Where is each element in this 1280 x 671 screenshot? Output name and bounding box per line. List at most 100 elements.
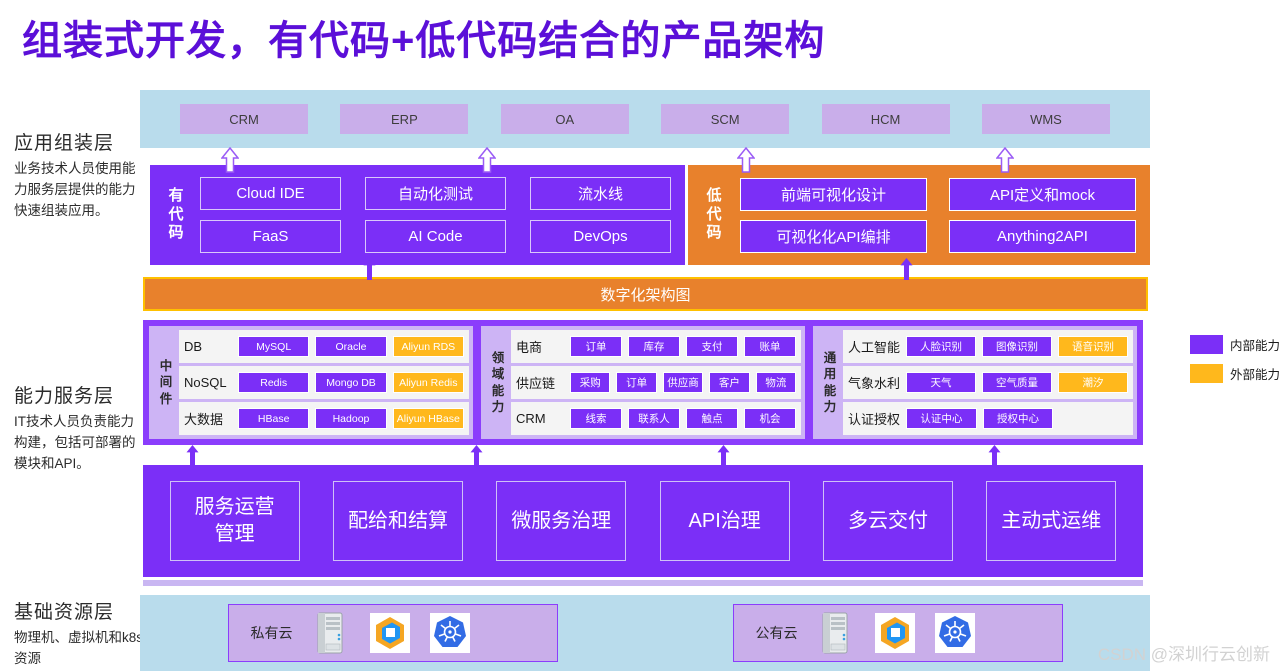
code-item-cloud-ide[interactable]: Cloud IDE [200, 177, 341, 210]
legend-label: 内部能力 [1230, 335, 1280, 354]
vlabel-char: 领 [492, 350, 505, 366]
capability-row: 认证授权认证中心授权中心 [843, 402, 1133, 435]
capability-chip-库存[interactable]: 库存 [628, 336, 680, 357]
capability-row: 气象水利天气空气质量潮汐 [843, 366, 1133, 399]
layer-label-capability: 能力服务层 IT技术人员负责能力构建，包括可部署的模块和API。 [14, 381, 146, 475]
capability-chip-支付[interactable]: 支付 [686, 336, 738, 357]
capability-chip-list: 线索联系人触点机会 [570, 408, 796, 429]
service-box-服务运营管理[interactable]: 服务运营管理 [170, 481, 300, 561]
capability-chip-Aliyun RDS[interactable]: Aliyun RDS [393, 336, 464, 357]
lowcode-item-可视化化api编排[interactable]: 可视化化API编排 [740, 220, 927, 253]
app-box-scm[interactable]: SCM [661, 104, 789, 134]
layer-title-app: 应用组装层 [14, 128, 146, 155]
capability-chip-空气质量[interactable]: 空气质量 [982, 372, 1052, 393]
capability-chip-Redis[interactable]: Redis [238, 372, 309, 393]
platform-services-band: 服务运营管理配给和结算微服务治理 API治理多云交付主动式运维 [143, 465, 1143, 577]
capability-row: 人工智能人脸识别图像识别语音识别 [843, 330, 1133, 363]
page-title: 组装式开发，有代码+低代码结合的产品架构 [22, 8, 825, 66]
capability-group-2: 通用能力人工智能人脸识别图像识别语音识别气象水利天气空气质量潮汐认证授权认证中心… [813, 326, 1137, 439]
legend-swatch [1190, 364, 1223, 383]
service-box-主动式运维[interactable]: 主动式运维 [986, 481, 1116, 561]
capability-chip-Hadoop[interactable]: Hadoop [315, 408, 386, 429]
capability-row: 大数据HBaseHadoopAliyun HBase [179, 402, 469, 435]
capability-chip-账单[interactable]: 账单 [744, 336, 796, 357]
service-box-API治理[interactable]: API治理 [660, 481, 790, 561]
layer-desc-app: 业务技术人员使用能力服务层提供的能力快速组装应用。 [14, 159, 146, 222]
vlabel-char: 能 [492, 383, 505, 399]
app-box-crm[interactable]: CRM [180, 104, 308, 134]
service-box-微服务治理[interactable]: 微服务治理 [496, 481, 626, 561]
capability-chip-Mongo DB[interactable]: Mongo DB [315, 372, 386, 393]
capability-chip-list: 人脸识别图像识别语音识别 [906, 336, 1128, 357]
capability-chip-客户[interactable]: 客户 [709, 372, 749, 393]
code-item-faas[interactable]: FaaS [200, 220, 341, 253]
layer-label-app: 应用组装层 业务技术人员使用能力服务层提供的能力快速组装应用。 [14, 128, 146, 222]
vlabel-char: 能 [824, 383, 837, 399]
service-box-多云交付[interactable]: 多云交付 [823, 481, 953, 561]
capability-chip-语音识别[interactable]: 语音识别 [1058, 336, 1128, 357]
lowcode-item-grid: 前端可视化设计 API定义和mock 可视化化API编排 Anything2API [732, 170, 1150, 261]
capability-chip-list: 采购订单供应商客户物流 [570, 372, 796, 393]
service-box-配给和结算[interactable]: 配给和结算 [333, 481, 463, 561]
app-box-oa[interactable]: OA [501, 104, 629, 134]
capability-chip-Aliyun HBase[interactable]: Aliyun HBase [393, 408, 464, 429]
capability-chip-机会[interactable]: 机会 [744, 408, 796, 429]
capability-chip-触点[interactable]: 触点 [686, 408, 738, 429]
vlabel-char: 代 [158, 206, 194, 225]
capability-group-1: 领域能力电商订单库存支付账单供应链采购订单供应商客户物流CRM线索联系人触点机会 [481, 326, 805, 439]
capability-chip-Aliyun Redis[interactable]: Aliyun Redis [393, 372, 464, 393]
capability-chip-订单[interactable]: 订单 [570, 336, 622, 357]
flow-arrow-up-icon [717, 445, 730, 467]
flow-arrow-up-icon [221, 147, 239, 173]
code-item-流水线[interactable]: 流水线 [530, 177, 671, 210]
capability-chip-线索[interactable]: 线索 [570, 408, 622, 429]
flow-arrow-up-icon [996, 147, 1014, 173]
capability-chip-HBase[interactable]: HBase [238, 408, 309, 429]
vlabel-char: 用 [824, 366, 837, 382]
app-box-hcm[interactable]: HCM [822, 104, 950, 134]
capability-row: CRM线索联系人触点机会 [511, 402, 801, 435]
flow-arrow-up-icon [186, 445, 199, 467]
code-item-自动化测试[interactable]: 自动化测试 [365, 177, 506, 210]
flow-arrow-up-icon [900, 258, 913, 280]
capability-chip-潮汐[interactable]: 潮汐 [1058, 372, 1128, 393]
capability-chip-联系人[interactable]: 联系人 [628, 408, 680, 429]
capability-chip-授权中心[interactable]: 授权中心 [983, 408, 1054, 429]
app-box-erp[interactable]: ERP [340, 104, 468, 134]
capability-chip-认证中心[interactable]: 认证中心 [906, 408, 977, 429]
kubernetes-icon [427, 610, 473, 656]
capability-chip-天气[interactable]: 天气 [906, 372, 976, 393]
cloud-box-公有云[interactable]: 公有云 [733, 604, 1063, 662]
legend-swatch [1190, 335, 1223, 354]
capability-chip-Oracle[interactable]: Oracle [315, 336, 386, 357]
vlabel-char: 力 [492, 399, 505, 415]
server-icon [307, 610, 353, 656]
capability-chip-供应商[interactable]: 供应商 [663, 372, 703, 393]
capability-chip-list: MySQL Oracle Aliyun RDS [238, 336, 464, 357]
lowcode-item-前端可视化设计[interactable]: 前端可视化设计 [740, 178, 927, 211]
server-icon [812, 610, 858, 656]
flow-arrow-up-icon [737, 147, 755, 173]
capability-chip-图像识别[interactable]: 图像识别 [982, 336, 1052, 357]
cloud-box-私有云[interactable]: 私有云 [228, 604, 558, 662]
capability-chip-MySQL[interactable]: MySQL [238, 336, 309, 357]
lowcode-item-api定义和mock[interactable]: API定义和mock [949, 178, 1136, 211]
code-item-devops[interactable]: DevOps [530, 220, 671, 253]
capability-row-name: 供应链 [516, 373, 564, 392]
cloud-label: 公有云 [756, 623, 798, 643]
infrastructure-band: 私有云 公有云 [140, 595, 1150, 671]
lowcode-item-anything2api[interactable]: Anything2API [949, 220, 1136, 253]
capability-chip-人脸识别[interactable]: 人脸识别 [906, 336, 976, 357]
capability-chip-物流[interactable]: 物流 [756, 372, 796, 393]
code-item-grid: Cloud IDE 自动化测试流水线 FaaS AI Code DevOps [194, 169, 685, 261]
layer-desc-infra: 物理机、虚拟机和k8s资源 [14, 628, 146, 670]
vlabel-char: 码 [158, 224, 194, 243]
capability-chip-采购[interactable]: 采购 [570, 372, 610, 393]
capability-rows: 电商订单库存支付账单供应链采购订单供应商客户物流CRM线索联系人触点机会 [511, 330, 801, 435]
code-item-ai-code[interactable]: AI Code [365, 220, 506, 253]
capability-chip-订单[interactable]: 订单 [616, 372, 656, 393]
app-box-wms[interactable]: WMS [982, 104, 1110, 134]
lowcode-section-label: 低代码 [696, 187, 732, 243]
capability-row: DBMySQLOracleAliyun RDS [179, 330, 469, 363]
layer-label-infra: 基础资源层 物理机、虚拟机和k8s资源 [14, 597, 146, 670]
